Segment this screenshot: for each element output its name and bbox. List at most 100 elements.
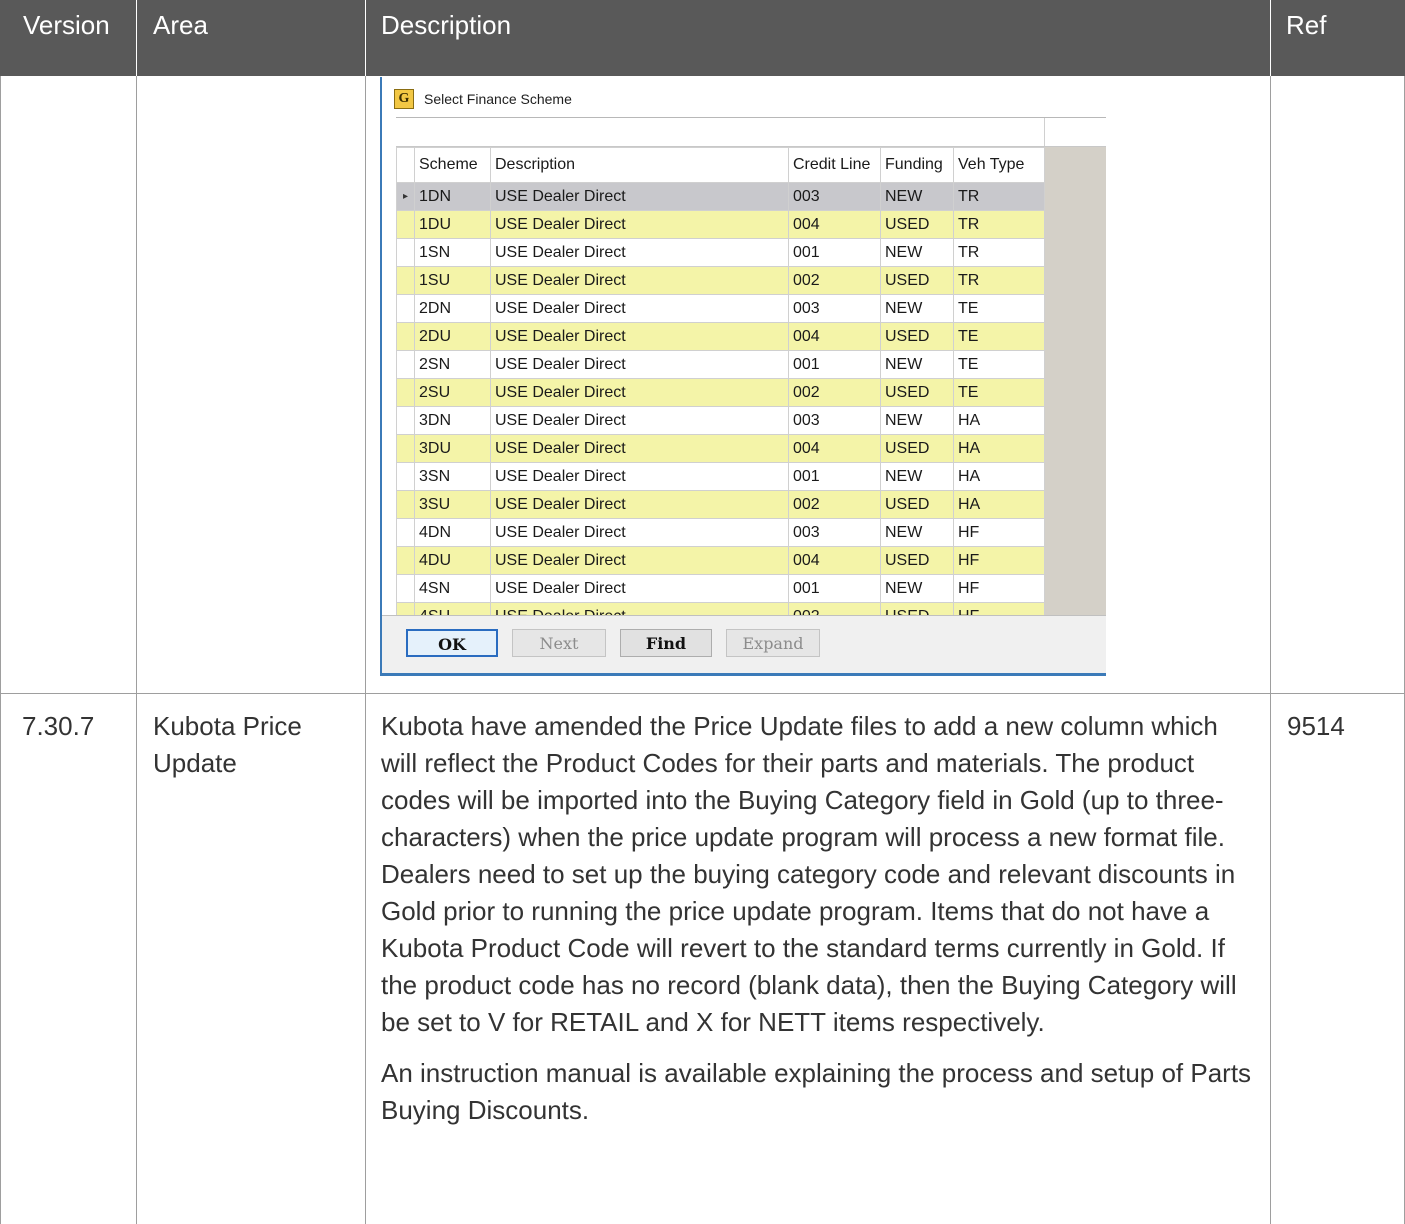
description-paragraph: An instruction manual is available expla…	[381, 1058, 1252, 1125]
header-ref: Ref	[1286, 10, 1327, 40]
funding-cell: NEW	[880, 462, 954, 491]
veh-type-cell: HA	[953, 490, 1045, 519]
row-indicator[interactable]	[396, 462, 415, 491]
table-row[interactable]: 2DU USE Dealer Direct 004 USED TE	[396, 322, 1045, 351]
table-row[interactable]: 3DU USE Dealer Direct 004 USED HA	[396, 434, 1045, 463]
gold-app-icon: G	[394, 89, 414, 109]
scheme-grid: Scheme Description Credit Line Funding V…	[396, 147, 1045, 631]
description-cell: USE Dealer Direct	[490, 322, 789, 351]
header-divider	[1270, 0, 1271, 76]
row-indicator[interactable]: ▸	[396, 182, 415, 211]
credit-line-cell: 004	[788, 210, 881, 239]
next-button[interactable]: Next	[512, 629, 606, 657]
table-row[interactable]: 1SN USE Dealer Direct 001 NEW TR	[396, 238, 1045, 267]
veh-type-cell: HA	[953, 434, 1045, 463]
table-row[interactable]: 2DN USE Dealer Direct 003 NEW TE	[396, 294, 1045, 323]
row-indicator[interactable]	[396, 294, 415, 323]
description-cell: USE Dealer Direct	[490, 378, 789, 407]
funding-cell: USED	[880, 210, 954, 239]
row-description: Kubota have amended the Price Update fil…	[381, 708, 1261, 1129]
veh-type-cell: TE	[953, 350, 1045, 379]
column-header-scheme[interactable]: Scheme	[414, 147, 491, 183]
column-header-description[interactable]: Description	[490, 147, 789, 183]
row-indicator[interactable]	[396, 490, 415, 519]
funding-cell: NEW	[880, 238, 954, 267]
scheme-cell: 4DN	[414, 518, 491, 547]
scheme-cell: 3SN	[414, 462, 491, 491]
table-row[interactable]: ▸ 1DN USE Dealer Direct 003 NEW TR	[396, 182, 1045, 211]
row-ref: 9514	[1287, 711, 1345, 741]
table-row[interactable]: 1SU USE Dealer Direct 002 USED TR	[396, 266, 1045, 295]
table-row[interactable]: 3DN USE Dealer Direct 003 NEW HA	[396, 406, 1045, 435]
table-row[interactable]: 4DN USE Dealer Direct 003 NEW HF	[396, 518, 1045, 547]
veh-type-cell: HF	[953, 518, 1045, 547]
description-cell: USE Dealer Direct	[490, 350, 789, 379]
veh-type-cell: HF	[953, 546, 1045, 575]
funding-cell: USED	[880, 434, 954, 463]
funding-cell: USED	[880, 490, 954, 519]
row-indicator[interactable]	[396, 350, 415, 379]
table-row[interactable]: 2SN USE Dealer Direct 001 NEW TE	[396, 350, 1045, 379]
table-row[interactable]: 1DU USE Dealer Direct 004 USED TR	[396, 210, 1045, 239]
table-border-left	[0, 76, 1, 1224]
find-button[interactable]: Find	[620, 629, 712, 657]
scheme-cell: 3SU	[414, 490, 491, 519]
row-indicator[interactable]	[396, 266, 415, 295]
row-version: 7.30.7	[22, 711, 95, 741]
grid-corner	[396, 147, 415, 183]
header-area: Area	[153, 10, 208, 40]
row-indicator[interactable]	[396, 406, 415, 435]
column-header-funding[interactable]: Funding	[880, 147, 954, 183]
credit-line-cell: 004	[788, 546, 881, 575]
funding-cell: USED	[880, 546, 954, 575]
credit-line-cell: 002	[788, 490, 881, 519]
row-indicator[interactable]	[396, 574, 415, 603]
column-header-veh-type[interactable]: Veh Type	[953, 147, 1045, 183]
description-cell: USE Dealer Direct	[490, 574, 789, 603]
credit-line-cell: 003	[788, 518, 881, 547]
credit-line-cell: 003	[788, 182, 881, 211]
table-row[interactable]: 3SU USE Dealer Direct 002 USED HA	[396, 490, 1045, 519]
veh-type-cell: HA	[953, 406, 1045, 435]
scheme-cell: 1DN	[414, 182, 491, 211]
scheme-cell: 1DU	[414, 210, 491, 239]
description-paragraph: Kubota have amended the Price Update fil…	[381, 711, 1237, 1037]
row-indicator[interactable]	[396, 518, 415, 547]
table-row[interactable]: 3SN USE Dealer Direct 001 NEW HA	[396, 462, 1045, 491]
funding-cell: USED	[880, 266, 954, 295]
header-divider	[365, 0, 366, 76]
column-divider	[365, 76, 366, 1224]
row-indicator[interactable]	[396, 434, 415, 463]
funding-cell: NEW	[880, 350, 954, 379]
ok-button[interactable]: OK	[406, 629, 498, 657]
row-indicator[interactable]	[396, 322, 415, 351]
scheme-cell: 2DN	[414, 294, 491, 323]
scheme-cell: 3DN	[414, 406, 491, 435]
funding-cell: NEW	[880, 294, 954, 323]
funding-cell: NEW	[880, 182, 954, 211]
grid-separator	[1044, 118, 1045, 146]
description-cell: USE Dealer Direct	[490, 266, 789, 295]
table-row[interactable]: 4SN USE Dealer Direct 001 NEW HF	[396, 574, 1045, 603]
expand-button[interactable]: Expand	[726, 629, 820, 657]
row-indicator[interactable]	[396, 210, 415, 239]
credit-line-cell: 004	[788, 434, 881, 463]
header-version: Version	[23, 10, 110, 40]
veh-type-cell: TR	[953, 266, 1045, 295]
credit-line-cell: 004	[788, 322, 881, 351]
table-row[interactable]: 4DU USE Dealer Direct 004 USED HF	[396, 546, 1045, 575]
table-row[interactable]: 2SU USE Dealer Direct 002 USED TE	[396, 378, 1045, 407]
release-notes-table: Version Area Description Ref G Select Fi…	[0, 0, 1405, 1224]
row-indicator[interactable]	[396, 546, 415, 575]
funding-cell: USED	[880, 378, 954, 407]
veh-type-cell: TR	[953, 238, 1045, 267]
row-indicator[interactable]	[396, 238, 415, 267]
description-cell: USE Dealer Direct	[490, 462, 789, 491]
veh-type-cell: TR	[953, 182, 1045, 211]
scheme-cell: 4DU	[414, 546, 491, 575]
scheme-cell: 4SN	[414, 574, 491, 603]
column-header-credit-line[interactable]: Credit Line	[788, 147, 881, 183]
row-indicator[interactable]	[396, 378, 415, 407]
credit-line-cell: 002	[788, 266, 881, 295]
row-area: Kubota Price Update	[153, 711, 302, 778]
